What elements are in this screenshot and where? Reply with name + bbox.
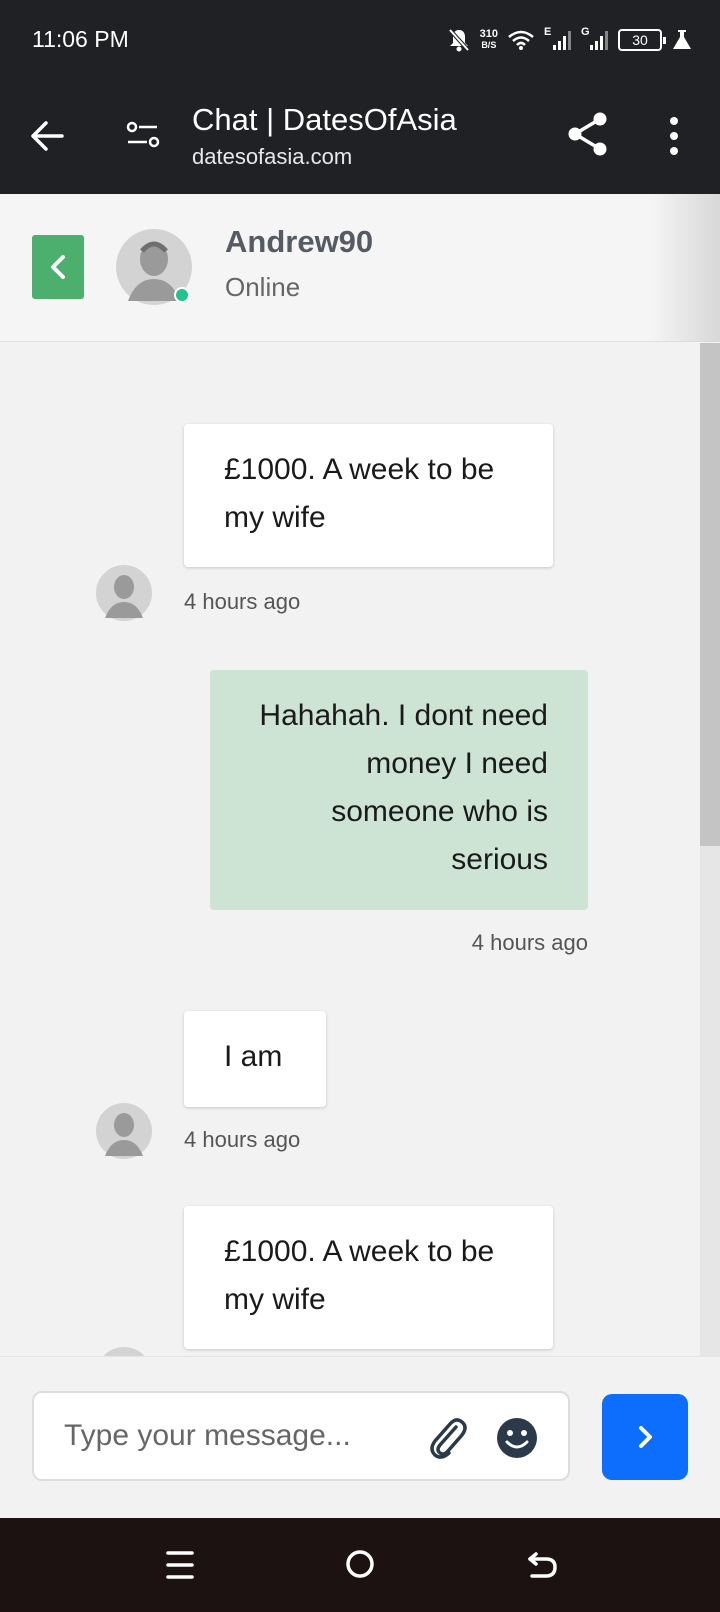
- avatar[interactable]: [96, 1347, 152, 1356]
- message-input-container: [32, 1391, 570, 1481]
- message-bubble-received: I am: [184, 1011, 326, 1107]
- status-icons: 310 B/S E G 30: [448, 24, 692, 56]
- online-indicator: [174, 287, 190, 303]
- emoji-icon[interactable]: [496, 1417, 538, 1459]
- message-input[interactable]: [64, 1411, 394, 1461]
- message-text: Hahahah. I dont need money I need someon…: [259, 699, 548, 876]
- avatar[interactable]: [96, 565, 152, 621]
- more-vert-icon[interactable]: [660, 114, 688, 158]
- message-bubble-received: £1000. A week to be my wife: [184, 1206, 553, 1349]
- share-icon[interactable]: [566, 110, 610, 158]
- menu-icon[interactable]: [165, 1548, 195, 1582]
- wifi-icon: [508, 30, 534, 50]
- scrollbar[interactable]: [700, 343, 720, 1356]
- message-timestamp: 4 hours ago: [184, 1127, 301, 1152]
- message-timestamp: 4 hours ago: [184, 589, 301, 614]
- status-bar: 11:06 PM 310 B/S E G 30: [0, 0, 720, 80]
- message-text: £1000. A week to be my wife: [224, 1235, 495, 1316]
- battery-icon: 30: [618, 29, 666, 51]
- message-text: I am: [224, 1040, 283, 1073]
- header-edge-shadow: [650, 194, 720, 342]
- flask-icon: [673, 30, 691, 49]
- message-list[interactable]: £1000. A week to be my wife 4 hours ago …: [0, 343, 720, 1356]
- home-icon[interactable]: [344, 1548, 376, 1580]
- scrollbar-thumb[interactable]: [700, 343, 720, 846]
- back-icon[interactable]: [526, 1548, 558, 1580]
- net-speed-unit: B/S: [481, 40, 497, 50]
- avatar[interactable]: [96, 1103, 152, 1159]
- signal-icon: E: [544, 26, 571, 50]
- message-bubble-sent: Hahahah. I dont need money I need someon…: [210, 670, 588, 910]
- page-title: Chat | DatesOfAsia: [192, 102, 457, 137]
- send-button[interactable]: [602, 1394, 688, 1480]
- signal-icon: G: [581, 26, 608, 50]
- paperclip-icon[interactable]: [426, 1415, 468, 1459]
- back-arrow-icon[interactable]: [28, 116, 68, 156]
- page-url[interactable]: datesofasia.com: [192, 144, 352, 170]
- message-bubble-received: £1000. A week to be my wife: [184, 424, 553, 567]
- chat-header: Andrew90 Online: [0, 194, 720, 342]
- signal-type-label: E: [544, 26, 552, 38]
- system-nav-bar: [0, 1518, 720, 1612]
- contact-status: Online: [225, 272, 301, 302]
- net-speed-value: 310: [479, 28, 498, 40]
- browser-toolbar: Chat | DatesOfAsia datesofasia.com: [0, 80, 720, 194]
- chevron-right-icon: [639, 1426, 652, 1448]
- message-timestamp: 4 hours ago: [471, 930, 588, 955]
- net-speed: 310 B/S: [480, 29, 498, 51]
- contact-name[interactable]: Andrew90: [225, 224, 373, 260]
- message-composer: [0, 1356, 720, 1518]
- signal-type-label: G: [581, 26, 590, 38]
- back-button[interactable]: [32, 235, 84, 299]
- bell-off-icon: [448, 28, 470, 52]
- chevron-left-icon: [51, 255, 65, 279]
- message-text: £1000. A week to be my wife: [224, 453, 495, 534]
- tune-icon[interactable]: [126, 118, 160, 152]
- status-time: 11:06 PM: [32, 26, 129, 52]
